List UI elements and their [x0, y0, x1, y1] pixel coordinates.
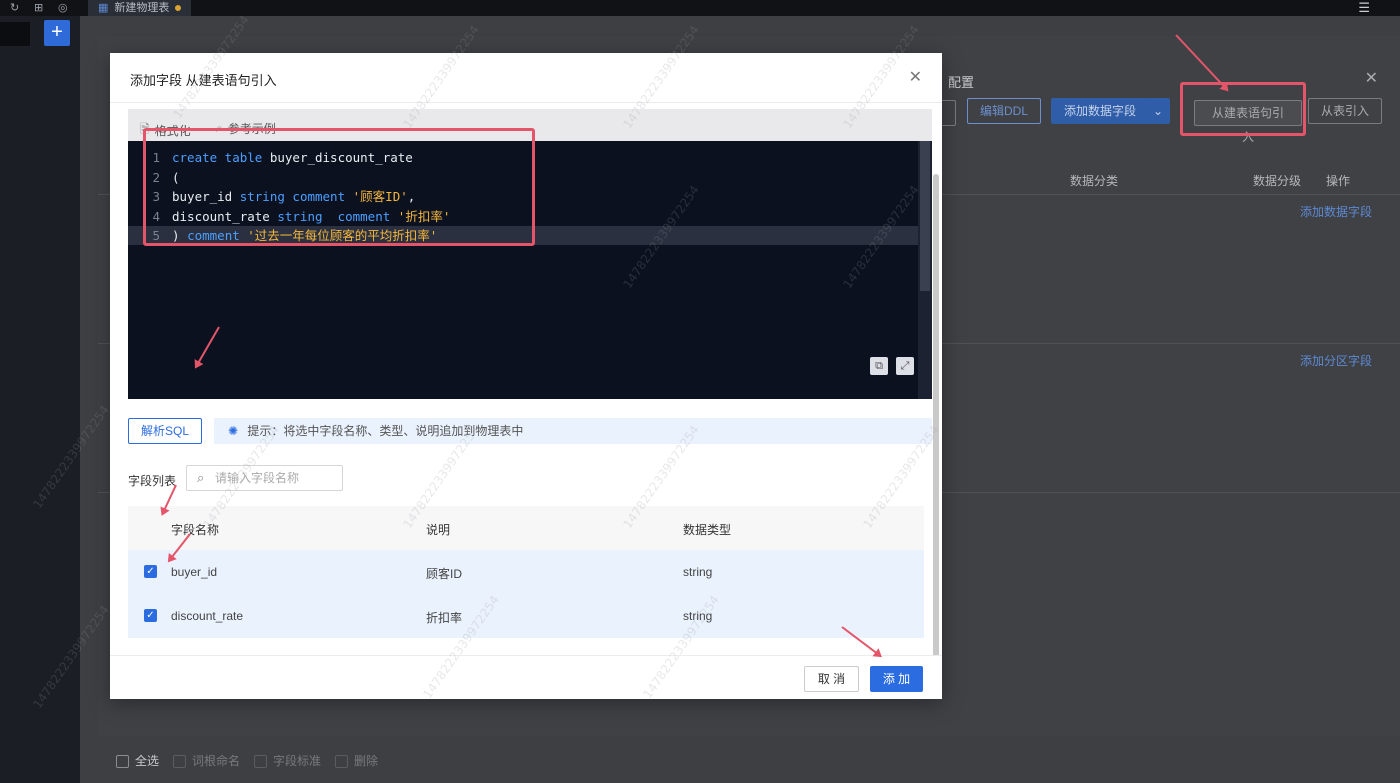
parse-sql-button[interactable]: 解析SQL	[128, 418, 202, 444]
lightbulb-icon: ✺	[228, 424, 239, 438]
field-search-box: ⌕	[186, 465, 343, 491]
close-icon[interactable]: ✕	[909, 67, 922, 87]
add-button[interactable]: 添 加	[870, 666, 923, 692]
header-field-name: 字段名称	[171, 523, 220, 537]
panel-title: 配置	[948, 75, 975, 90]
rail-selection	[0, 22, 30, 46]
add-data-field-link[interactable]: 添加数据字段	[1300, 203, 1372, 220]
header-data-type: 数据类型	[683, 523, 732, 537]
top-bar: ↻ ⊞ ◎ ▦ 新建物理表 ☰	[0, 0, 1400, 16]
header-description: 说明	[426, 523, 451, 537]
table-row[interactable]: ✓ buyer_id 顾客ID string	[128, 550, 924, 594]
hint-bar: ✺ 提示：将选中字段名称、类型、说明追加到物理表中	[214, 418, 932, 444]
tab-new-physical-table[interactable]: ▦ 新建物理表	[88, 0, 192, 16]
search-icon: ⌕	[197, 470, 205, 485]
cell-data-type: string	[683, 609, 713, 623]
table-header: 字段名称 说明 数据类型	[128, 506, 924, 550]
cell-field-name: buyer_id	[171, 565, 218, 579]
root-naming-action[interactable]: 词根命名	[173, 752, 240, 769]
dialog-scrollbar[interactable]	[933, 174, 939, 655]
hamburger-menu-icon[interactable]: ☰	[1358, 0, 1370, 16]
add-data-field-button[interactable]: 添加数据字段	[1051, 98, 1150, 124]
cancel-button[interactable]: 取 消	[804, 666, 859, 692]
field-list-label: 字段列表	[128, 474, 177, 488]
table-icon: ▦	[98, 2, 109, 14]
refresh-icon[interactable]: ↻	[10, 1, 19, 14]
copy-icon[interactable]: ⧉	[870, 357, 888, 375]
table-row[interactable]: ✓ discount_rate 折扣率 string	[128, 594, 924, 638]
fullscreen-icon[interactable]: ⤢	[896, 357, 914, 375]
column-header-category: 数据分类	[1070, 174, 1119, 188]
dialog-header: 添加字段 从建表语句引入 ✕	[110, 53, 942, 103]
hint-text: 提示：将选中字段名称、类型、说明追加到物理表中	[247, 424, 524, 438]
field-search-input[interactable]	[215, 469, 335, 487]
column-header-level: 数据分级	[1253, 174, 1302, 188]
tab-label: 新建物理表	[114, 2, 170, 14]
bottom-select-all[interactable]: 全选	[116, 752, 159, 769]
row-checkbox[interactable]: ✓	[144, 609, 157, 622]
column-header-action: 操作	[1326, 174, 1351, 188]
annotation-highlight-sql	[143, 128, 535, 246]
chevron-down-icon[interactable]: ⌄	[1146, 98, 1170, 124]
row-checkbox[interactable]: ✓	[144, 565, 157, 578]
add-icon[interactable]: +	[44, 20, 70, 46]
batch-action-bar: 全选 词根命名 字段标准 删除	[116, 752, 378, 769]
new-file-icon[interactable]: ⊞	[34, 1, 43, 14]
unsaved-dot	[175, 5, 182, 11]
cell-data-type: string	[683, 565, 713, 579]
annotation-highlight-import-button	[1180, 82, 1306, 136]
add-partition-field-link[interactable]: 添加分区字段	[1300, 352, 1372, 369]
import-from-table-button[interactable]: 从表引入	[1308, 98, 1383, 124]
field-standard-action[interactable]: 字段标准	[254, 752, 321, 769]
location-icon[interactable]: ◎	[58, 1, 68, 14]
cell-field-name: discount_rate	[171, 609, 244, 623]
dialog-title: 添加字段 从建表语句引入	[130, 73, 277, 88]
editor-scrollbar[interactable]	[918, 141, 932, 399]
close-icon[interactable]: ✕	[1365, 68, 1378, 88]
delete-action[interactable]: 删除	[335, 752, 378, 769]
cell-description: 顾客ID	[426, 567, 463, 581]
left-rail: +	[0, 16, 90, 783]
cell-description: 折扣率	[426, 611, 463, 625]
dialog-footer: 取 消 添 加	[110, 655, 942, 699]
edit-ddl-button[interactable]: 编辑DDL	[967, 98, 1042, 124]
